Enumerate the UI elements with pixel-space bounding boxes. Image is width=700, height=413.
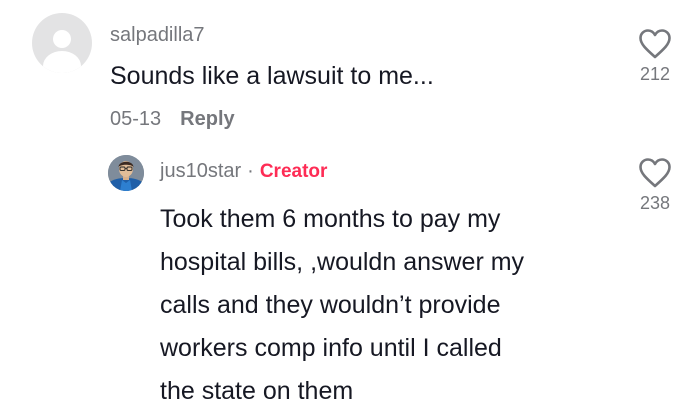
- avatar-shoulders-shape: [43, 51, 81, 73]
- comment-meta-row: 05-13 Reply: [110, 109, 235, 129]
- default-user-avatar-icon[interactable]: [32, 13, 92, 73]
- reply-text-line: calls and they wouldn’t provide: [160, 291, 501, 319]
- reply-username[interactable]: jus10star: [160, 160, 241, 182]
- like-count: 212: [639, 64, 671, 84]
- reply-text-line: hospital bills, ,wouldn answer my: [160, 248, 525, 276]
- like-count: 238: [639, 193, 671, 213]
- reply-text: Took them 6 months to pay my hospital bi…: [160, 198, 524, 413]
- reply-like-control[interactable]: 238: [625, 157, 685, 212]
- heart-outline-icon[interactable]: [638, 157, 672, 189]
- comment-username[interactable]: salpadilla7: [110, 25, 205, 45]
- creator-avatar[interactable]: [108, 155, 144, 191]
- separator-dot: ·: [247, 160, 254, 182]
- comment-text: Sounds like a lawsuit to me...: [110, 62, 434, 90]
- heart-outline-icon[interactable]: [638, 28, 672, 60]
- reply-header: jus10star · Creator: [160, 161, 327, 181]
- comment-like-control[interactable]: 212: [625, 28, 685, 83]
- reply-button[interactable]: Reply: [180, 108, 234, 130]
- reply-text-line: workers comp info until I called: [160, 334, 502, 362]
- avatar-head-shape: [53, 30, 71, 48]
- reply-text-line: Took them 6 months to pay my: [160, 205, 501, 233]
- creator-badge: Creator: [259, 161, 328, 182]
- reply-text-line: the state on them: [160, 377, 354, 405]
- creator-avatar-image: [108, 155, 144, 191]
- comment-date: 05-13: [110, 108, 162, 130]
